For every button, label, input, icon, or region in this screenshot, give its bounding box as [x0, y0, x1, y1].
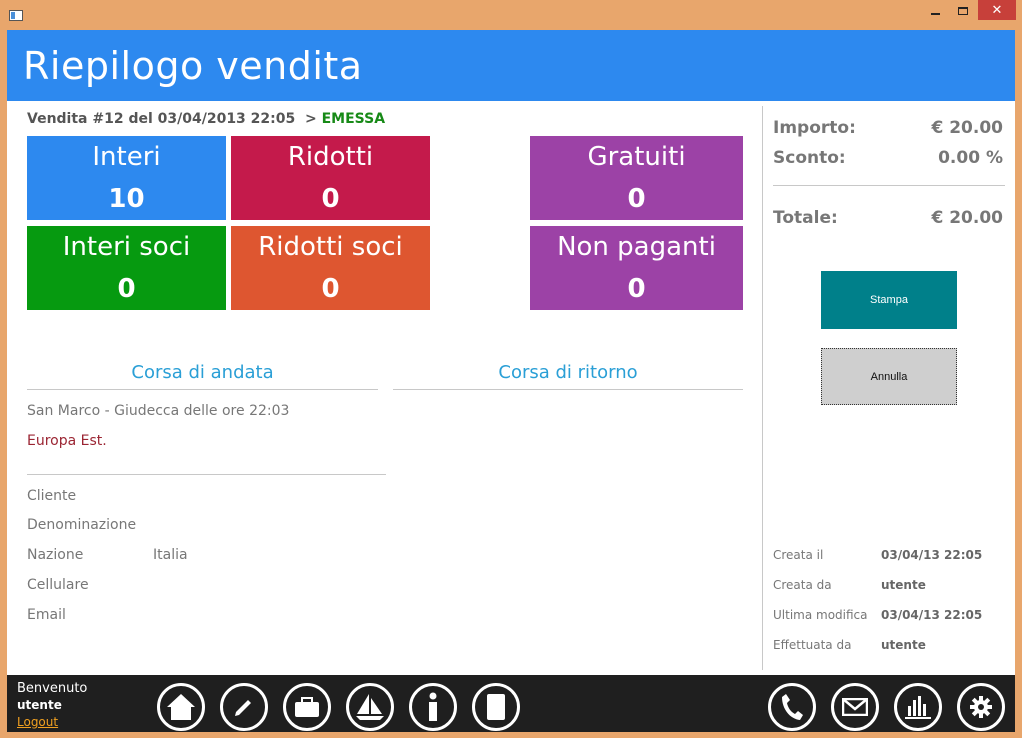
andata-operator: Europa Est. [27, 433, 107, 449]
tile-label: Interi [92, 142, 161, 172]
ritorno-divider [393, 389, 743, 390]
chart-button[interactable] [894, 683, 942, 731]
sale-arrow: > [305, 111, 317, 127]
minimize-button[interactable] [922, 0, 948, 22]
window-titlebar: ✕ [0, 0, 1022, 30]
vertical-divider [762, 106, 763, 670]
page-header: Riepilogo vendita [7, 30, 1015, 101]
tile-label: Gratuiti [587, 142, 686, 172]
importo-value: € 20.00 [931, 118, 1003, 138]
document-button[interactable] [472, 683, 520, 731]
gear-icon [970, 696, 992, 718]
ritorno-title: Corsa di ritorno [498, 362, 638, 383]
tile-value: 0 [117, 274, 136, 304]
sconto-label: Sconto: [773, 148, 846, 168]
cancel-button[interactable]: Annulla [821, 348, 957, 405]
nazione-value: Italia [153, 547, 188, 563]
sale-status: EMESSA [321, 111, 386, 127]
mail-button[interactable] [831, 683, 879, 731]
minimize-icon [930, 13, 940, 15]
welcome-block: Benvenuto utente Logout [17, 680, 87, 731]
tile-value: 0 [321, 274, 340, 304]
email-label: Email [27, 607, 66, 623]
settings-button[interactable] [957, 683, 1005, 731]
summary-divider [773, 185, 1005, 186]
tile-interi-soci[interactable]: Interi soci 0 [27, 226, 226, 310]
andata-title: Corsa di andata [131, 362, 274, 383]
footer-bar: Benvenuto utente Logout [7, 675, 1015, 732]
andata-divider [27, 389, 378, 390]
importo-label: Importo: [773, 118, 856, 138]
sale-label: Vendita #12 del 03/04/2013 22:05 [27, 111, 296, 127]
tile-gratuiti[interactable]: Gratuiti 0 [530, 136, 743, 220]
phone-button[interactable] [768, 683, 816, 731]
totale-value: € 20.00 [931, 208, 1003, 228]
denominazione-label: Denominazione [27, 517, 137, 533]
tile-ridotti-soci[interactable]: Ridotti soci 0 [231, 226, 430, 310]
home-icon [167, 694, 195, 720]
logout-link[interactable]: Logout [17, 714, 87, 731]
cliente-label: Cliente [27, 488, 77, 504]
document-icon [487, 694, 505, 720]
mail-icon [842, 698, 868, 716]
sailboat-icon [356, 694, 384, 720]
sale-info: Vendita #12 del 03/04/2013 22:05 > EMESS… [27, 111, 385, 127]
close-icon: ✕ [991, 2, 1003, 18]
tile-value: 0 [627, 184, 646, 214]
page-title: Riepilogo vendita [23, 44, 363, 88]
chart-icon [905, 696, 931, 719]
username: utente [17, 698, 62, 712]
modified-label: Ultima modifica [773, 608, 868, 622]
home-button[interactable] [157, 683, 205, 731]
sconto-value: 0.00 % [938, 148, 1003, 168]
modified-value: 03/04/13 22:05 [881, 608, 983, 622]
edit-button[interactable] [220, 683, 268, 731]
boat-button[interactable] [346, 683, 394, 731]
app-window: Riepilogo vendita Vendita #12 del 03/04/… [7, 30, 1015, 732]
created-at-value: 03/04/13 22:05 [881, 548, 983, 562]
created-by-value: utente [881, 578, 926, 592]
totale-label: Totale: [773, 208, 838, 228]
info-icon [429, 692, 437, 721]
briefcase-button[interactable] [283, 683, 331, 731]
done-by-label: Effettuata da [773, 638, 852, 652]
done-by-value: utente [881, 638, 926, 652]
maximize-button[interactable] [950, 0, 976, 22]
pencil-icon [235, 700, 251, 716]
print-button[interactable]: Stampa [821, 271, 957, 329]
phone-icon [782, 694, 803, 720]
tile-label: Interi soci [62, 232, 191, 262]
tile-label: Ridotti soci [258, 232, 403, 262]
tile-ridotti[interactable]: Ridotti 0 [231, 136, 430, 220]
tile-interi[interactable]: Interi 10 [27, 136, 226, 220]
customer-divider [27, 474, 386, 475]
welcome-text: Benvenuto [17, 681, 88, 696]
close-button[interactable]: ✕ [978, 0, 1016, 20]
andata-route: San Marco - Giudecca delle ore 22:03 [27, 403, 290, 419]
created-at-label: Creata il [773, 548, 824, 562]
tile-value: 0 [321, 184, 340, 214]
tile-non-paganti[interactable]: Non paganti 0 [530, 226, 743, 310]
tile-label: Non paganti [557, 232, 716, 262]
app-icon [9, 10, 23, 21]
briefcase-icon [295, 697, 319, 717]
tile-label: Ridotti [287, 142, 374, 172]
nazione-label: Nazione [27, 547, 84, 563]
cellulare-label: Cellulare [27, 577, 89, 593]
tile-value: 0 [627, 274, 646, 304]
info-button[interactable] [409, 683, 457, 731]
maximize-icon [958, 7, 968, 15]
tile-value: 10 [108, 184, 145, 214]
created-by-label: Creata da [773, 578, 832, 592]
